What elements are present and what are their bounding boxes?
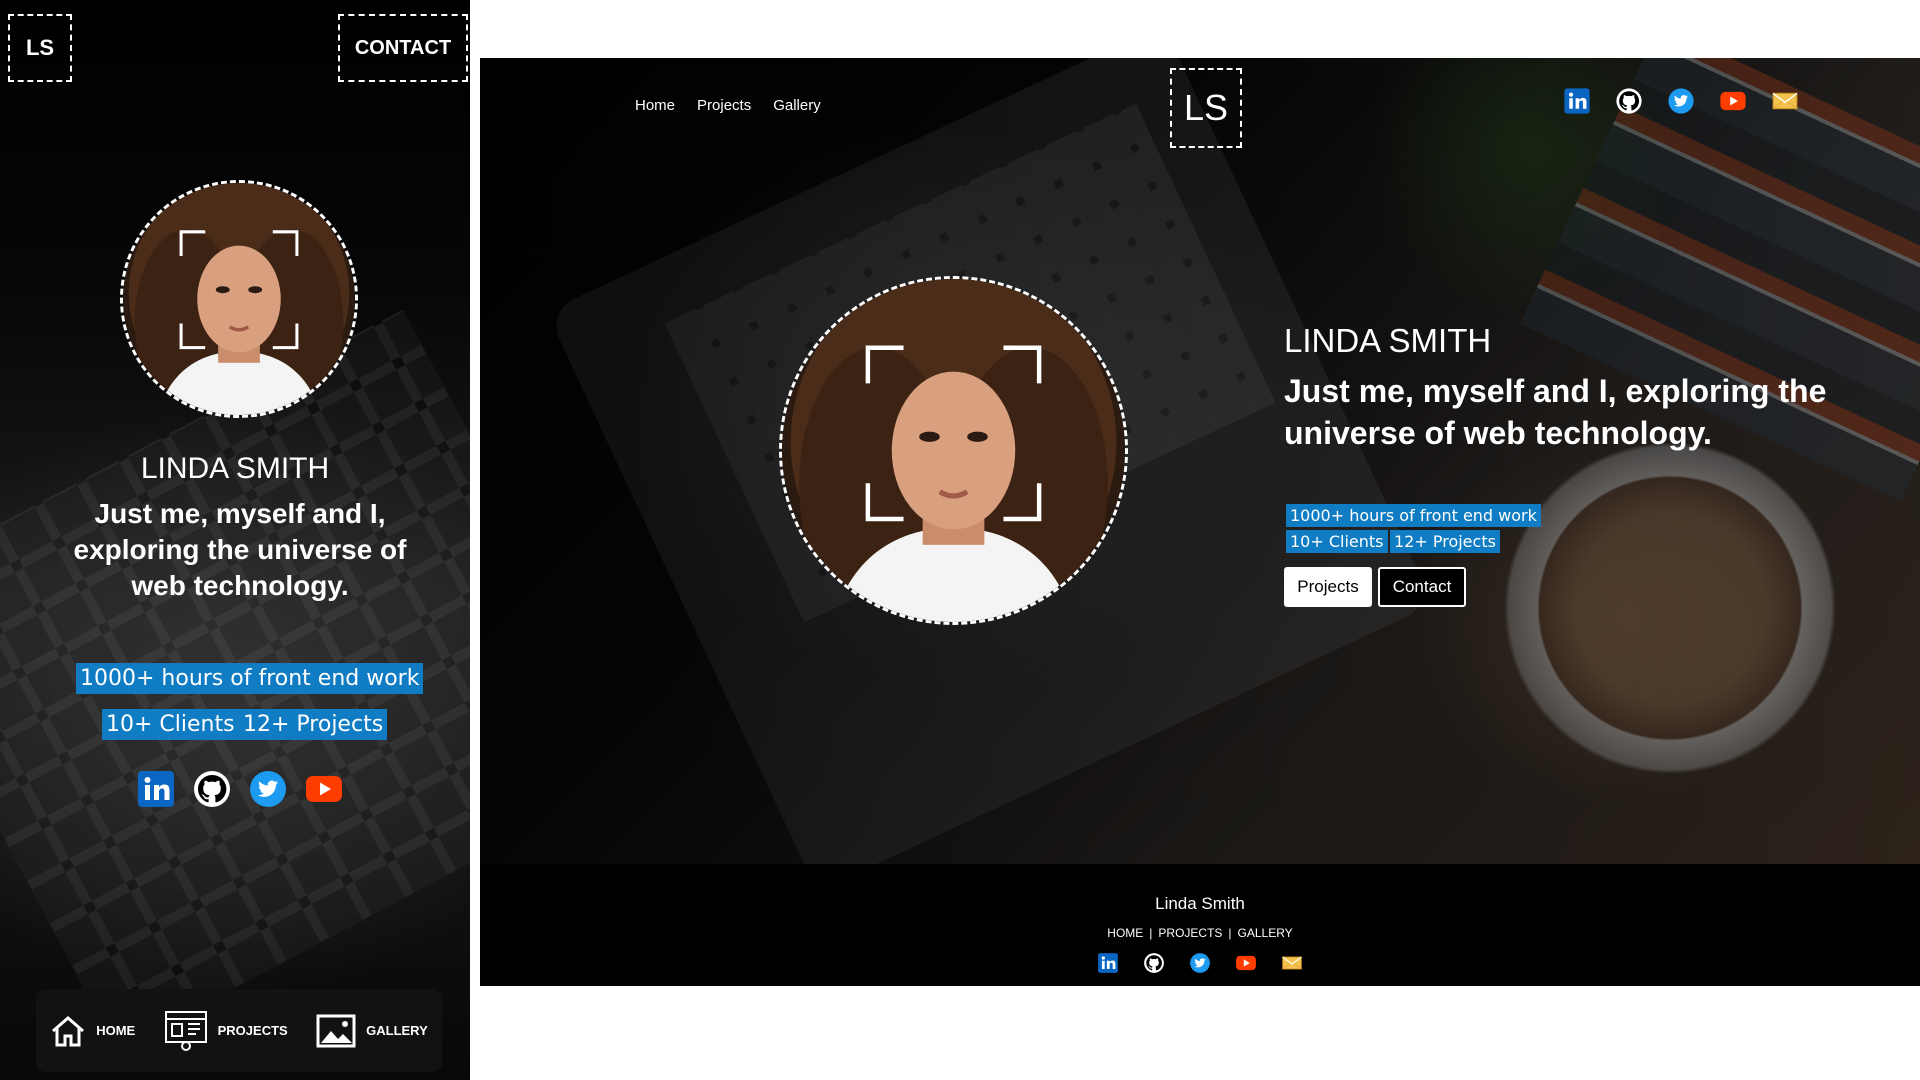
twitter-icon[interactable]: [248, 769, 288, 809]
footer-separator: |: [1149, 926, 1153, 940]
top-nav: Home Projects Gallery: [635, 97, 821, 114]
footer-link-projects[interactable]: PROJECTS: [1158, 926, 1222, 940]
logo[interactable]: LS: [1170, 68, 1242, 148]
profile-name: LINDA SMITH: [140, 452, 330, 485]
youtube-icon[interactable]: [1719, 87, 1747, 115]
profile-name: LINDA SMITH: [1284, 322, 1492, 359]
youtube-icon[interactable]: [1235, 952, 1257, 974]
footer-links: HOME | PROJECTS | GALLERY: [480, 926, 1920, 940]
projects-badge: 12+ Projects: [1390, 530, 1500, 553]
home-icon: [50, 1014, 86, 1048]
github-icon[interactable]: [1615, 87, 1643, 115]
bottom-nav: HOME PROJECTS GALLERY: [36, 989, 442, 1072]
portrait-image: [782, 279, 1125, 622]
nav-item-home[interactable]: HOME: [50, 1014, 135, 1048]
footer-social-links: [1097, 952, 1303, 974]
projects-button[interactable]: Projects: [1284, 567, 1372, 607]
avatar: [779, 276, 1128, 625]
contact-button[interactable]: Contact: [1378, 567, 1466, 607]
nav-item-label: PROJECTS: [217, 1023, 288, 1038]
twitter-icon[interactable]: [1189, 952, 1211, 974]
nav-link-gallery[interactable]: Gallery: [773, 97, 821, 114]
tagline: Just me, myself and I, exploring the uni…: [73, 498, 407, 601]
projects-icon: [164, 1010, 208, 1052]
clients-badge: 10+ Clients: [1286, 530, 1388, 553]
mail-icon[interactable]: [1771, 87, 1799, 115]
social-links: [136, 769, 344, 809]
nav-item-label: HOME: [96, 1023, 136, 1038]
nav-link-home[interactable]: Home: [635, 97, 675, 114]
contact-button[interactable]: CONTACT: [338, 14, 468, 82]
mail-icon[interactable]: [1281, 952, 1303, 974]
linkedin-icon[interactable]: [136, 769, 176, 809]
header-social-links: [1563, 87, 1799, 115]
linkedin-icon[interactable]: [1097, 952, 1119, 974]
gallery-icon: [316, 1014, 356, 1048]
background-overlay: [480, 58, 1920, 864]
footer-separator: |: [1228, 926, 1232, 940]
desktop-view: Home Projects Gallery LS LINDA SMITH Jus…: [480, 58, 1920, 986]
github-icon[interactable]: [192, 769, 232, 809]
nav-item-label: GALLERY: [366, 1023, 428, 1038]
footer: Linda Smith HOME | PROJECTS | GALLERY: [480, 864, 1920, 986]
github-icon[interactable]: [1143, 952, 1165, 974]
footer-link-home[interactable]: HOME: [1107, 926, 1143, 940]
nav-item-gallery[interactable]: GALLERY: [316, 1014, 428, 1048]
logo[interactable]: LS: [8, 14, 72, 82]
hours-badge: 1000+ hours of front end work: [1286, 504, 1541, 527]
projects-badge: 12+ Projects: [239, 709, 388, 740]
clients-badge: 10+ Clients: [102, 709, 239, 740]
avatar: [120, 180, 358, 418]
nav-link-projects[interactable]: Projects: [697, 97, 751, 114]
linkedin-icon[interactable]: [1563, 87, 1591, 115]
portrait-image: [123, 183, 355, 415]
mobile-view: LS CONTACT LINDA SMITH Just me, myself a…: [0, 0, 470, 1080]
nav-item-projects[interactable]: PROJECTS: [164, 1010, 288, 1052]
footer-name: Linda Smith: [1155, 894, 1245, 913]
tagline: Just me, myself and I, exploring the uni…: [1284, 373, 1827, 451]
footer-link-gallery[interactable]: GALLERY: [1238, 926, 1293, 940]
youtube-icon[interactable]: [304, 769, 344, 809]
hero-section: Home Projects Gallery LS LINDA SMITH Jus…: [480, 58, 1920, 864]
hours-badge: 1000+ hours of front end work: [76, 663, 424, 694]
twitter-icon[interactable]: [1667, 87, 1695, 115]
